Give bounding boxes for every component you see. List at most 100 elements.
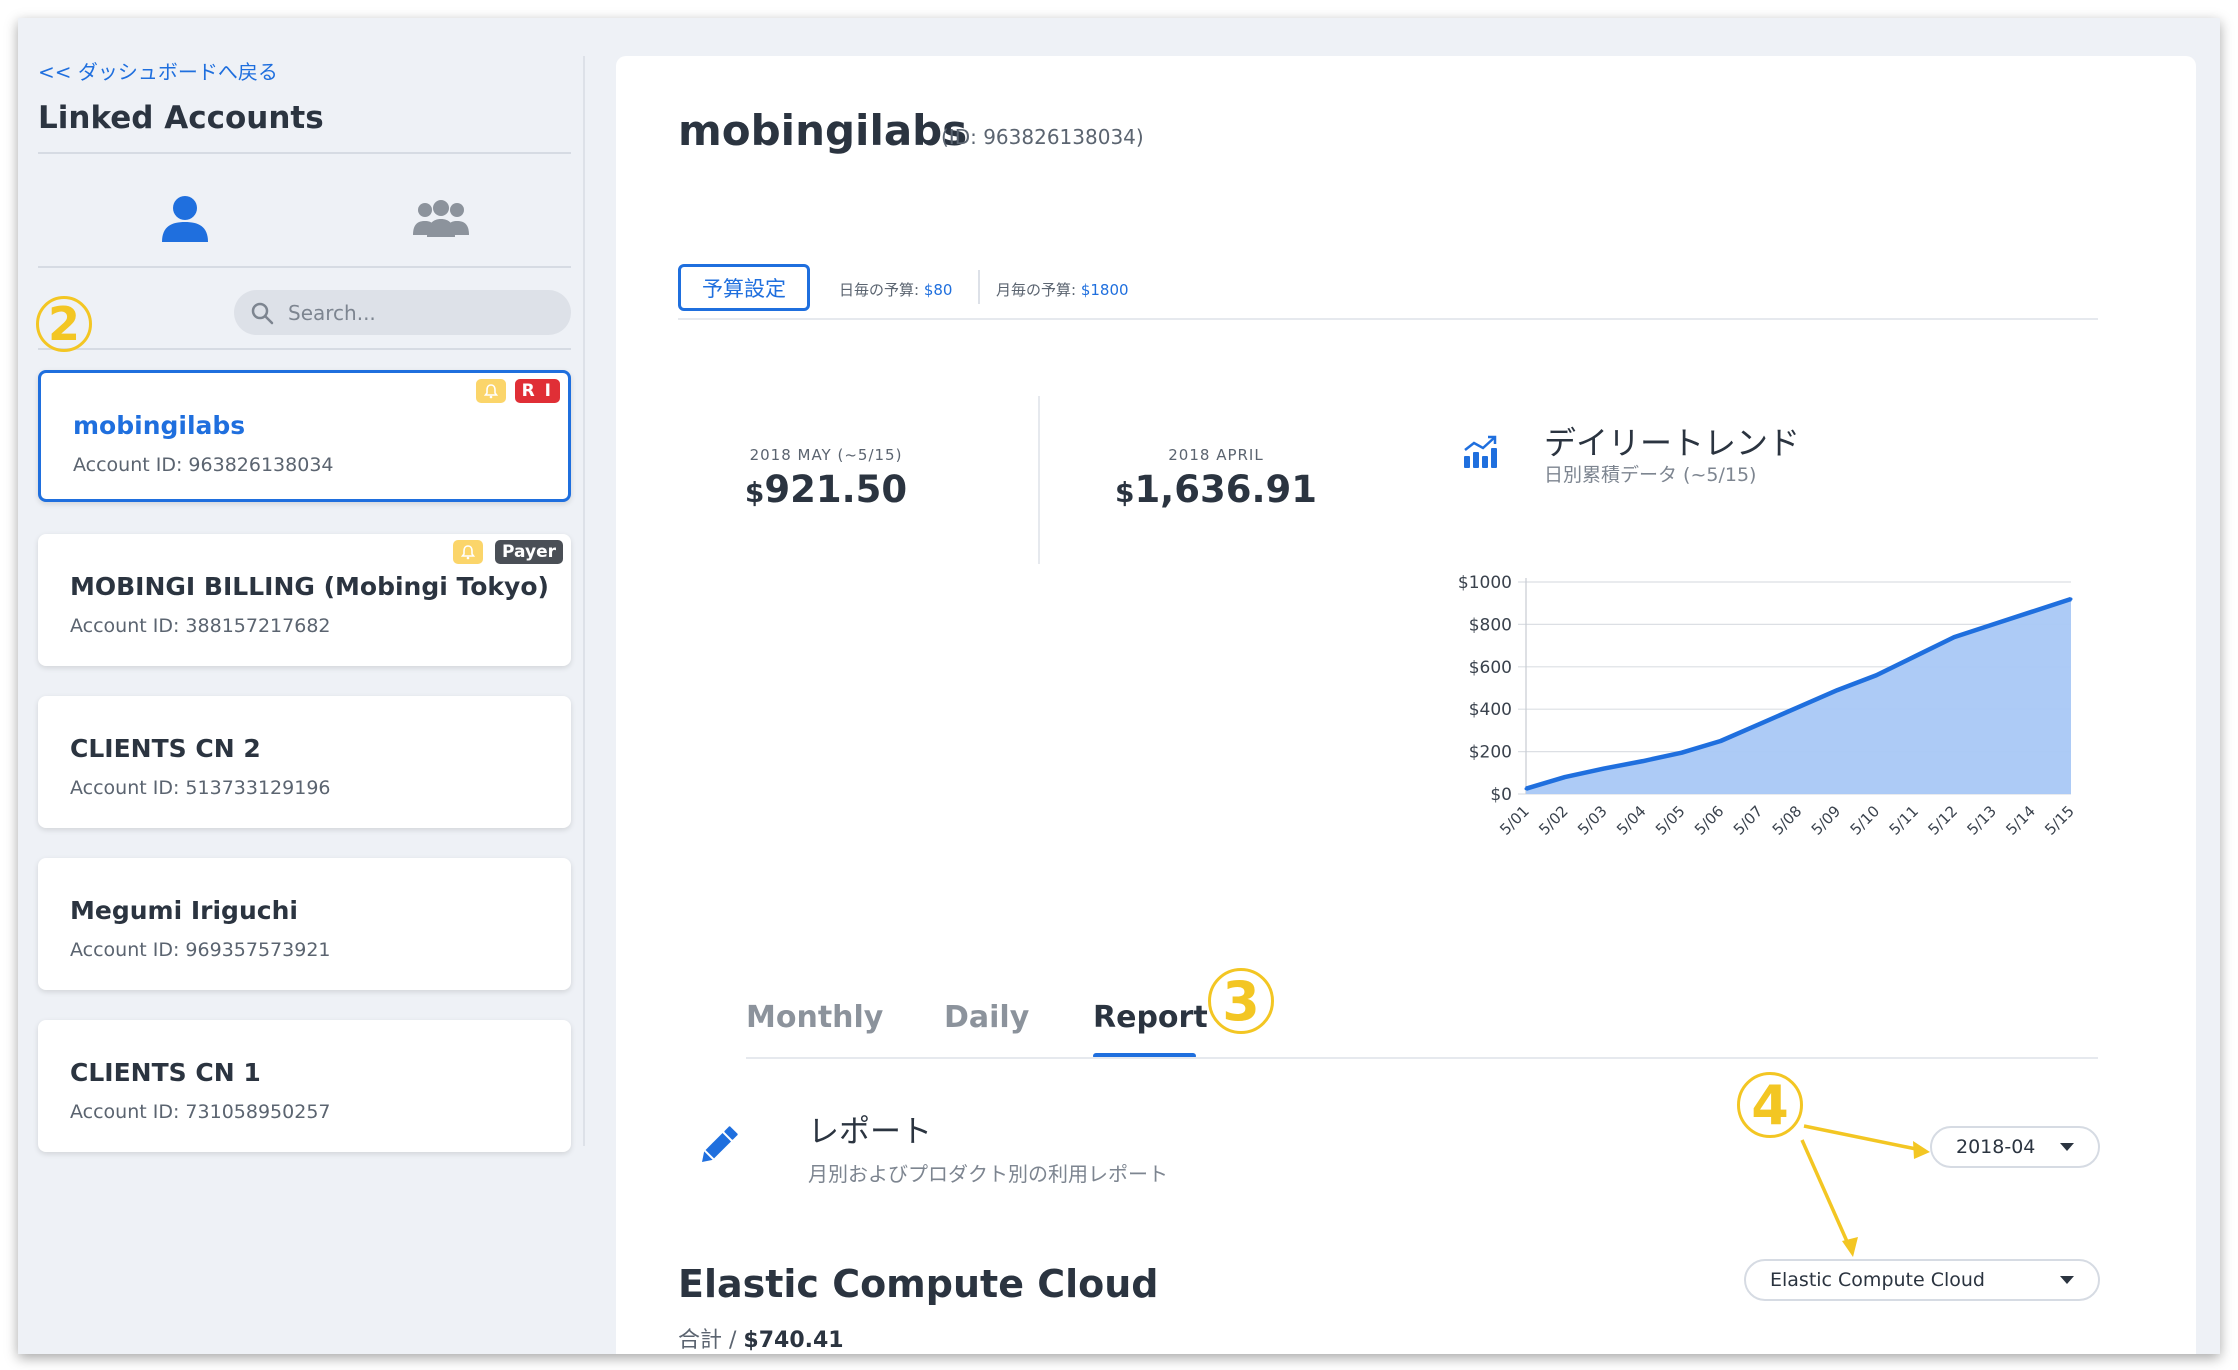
account-card[interactable]: Payer MOBINGI BILLING (Mobingi Tokyo) Ac…	[38, 534, 571, 666]
data-point	[1952, 635, 1956, 639]
divider	[38, 152, 571, 154]
account-name: CLIENTS CN 1	[70, 1058, 261, 1087]
y-tick-label: $200	[1469, 743, 1512, 763]
search-input[interactable]	[288, 300, 548, 325]
x-tick-label: 5/12	[1924, 802, 1961, 839]
x-tick-label: 5/09	[1808, 802, 1845, 839]
user-icon	[162, 196, 208, 242]
account-title: mobingilabs	[678, 106, 968, 155]
stat-value: $1,636.91	[1071, 468, 1361, 511]
data-point	[1913, 654, 1917, 658]
main-panel: mobingilabs (ID: 963826138034) 予算設定 日毎の予…	[616, 56, 2196, 1354]
month-select-value: 2018-04	[1956, 1136, 2036, 1158]
bell-badge	[453, 540, 483, 564]
x-tick-label: 5/04	[1613, 802, 1650, 839]
y-tick-label: $400	[1469, 700, 1512, 720]
x-tick-label: 5/10	[1847, 802, 1884, 839]
single-account-tab[interactable]	[140, 184, 230, 254]
account-name: mobingilabs	[73, 411, 246, 440]
stat-amount: 921.50	[764, 468, 908, 511]
divider	[1038, 396, 1040, 564]
y-tick-label: $800	[1469, 615, 1512, 635]
service-title: Elastic Compute Cloud	[678, 1262, 1159, 1306]
data-point	[1758, 722, 1762, 726]
account-card[interactable]: CLIENTS CN 1 Account ID: 731058950257	[38, 1020, 571, 1152]
x-tick-label: 5/07	[1730, 802, 1767, 839]
callout-arrows	[1800, 1124, 1930, 1257]
service-total-label: 合計 /	[678, 1328, 744, 1353]
stat-amount: 1,636.91	[1134, 468, 1318, 511]
bell-badge	[476, 379, 506, 403]
y-tick-label: $600	[1469, 658, 1512, 678]
daily-budget: 日毎の予算: $80	[839, 279, 952, 300]
account-id: Account ID: 513733129196	[70, 777, 331, 799]
stat-period-label: 2018 MAY (~5/15)	[749, 446, 903, 464]
account-name: Megumi Iriguchi	[70, 896, 298, 925]
data-point	[1991, 622, 1995, 626]
tab-daily[interactable]: Daily	[944, 1000, 1029, 1035]
search-icon	[251, 302, 274, 324]
tab-monthly[interactable]: Monthly	[746, 1000, 883, 1035]
monthly-budget: 月毎の予算: $1800	[996, 279, 1129, 300]
account-id: Account ID: 731058950257	[70, 1101, 331, 1123]
back-to-dashboard-link[interactable]: << ダッシュボードへ戻る	[38, 56, 278, 85]
budget-settings-button[interactable]: 予算設定	[678, 264, 810, 311]
sidebar: << ダッシュボードへ戻る Linked Accounts Search... …	[18, 18, 588, 1354]
chart-title: デイリートレンド	[1544, 424, 1801, 462]
search-box[interactable]	[234, 290, 571, 335]
data-point	[1797, 705, 1800, 709]
x-tick-label: 5/01	[1496, 802, 1533, 839]
service-total: 合計 / $740.41	[678, 1322, 844, 1354]
service-total-value: $740.41	[743, 1328, 844, 1353]
data-point	[1680, 751, 1684, 755]
data-point	[2069, 597, 2073, 601]
ri-badge: R I	[514, 379, 560, 403]
divider	[38, 348, 571, 350]
x-tick-label: 5/03	[1574, 802, 1611, 839]
x-tick-label: 5/05	[1652, 802, 1689, 839]
data-point	[1524, 787, 1528, 791]
chart-subtitle: 日別累積データ (~5/15)	[1544, 464, 1757, 486]
currency-symbol: $	[1114, 476, 1135, 509]
divider	[38, 266, 571, 268]
app-window: << ダッシュボードへ戻る Linked Accounts Search... …	[18, 18, 2220, 1354]
account-card[interactable]: CLIENTS CN 2 Account ID: 513733129196	[38, 696, 571, 828]
account-id: Account ID: 963826138034	[73, 454, 334, 476]
divider	[746, 1057, 2098, 1059]
divider	[678, 318, 2098, 320]
bell-icon	[483, 384, 499, 399]
data-point	[1874, 673, 1878, 677]
x-tick-label: 5/06	[1691, 802, 1728, 839]
account-card[interactable]: R I mobingilabs Account ID: 963826138034	[38, 370, 571, 502]
x-tick-label: 5/02	[1535, 802, 1572, 839]
chevron-down-icon	[2060, 1143, 2074, 1151]
x-tick-label: 5/13	[1963, 802, 2000, 839]
x-tick-label: 5/15	[2041, 802, 2078, 839]
daily-budget-label: 日毎の予算:	[839, 281, 920, 299]
data-point	[2030, 610, 2034, 614]
data-point	[1835, 688, 1839, 692]
report-title: レポート	[808, 1114, 932, 1150]
data-point	[1641, 759, 1645, 763]
payer-badge: Payer	[495, 540, 563, 564]
account-id: Account ID: 388157217682	[70, 615, 331, 637]
account-id-label: (ID: 963826138034)	[941, 125, 1144, 149]
y-tick-label: $1000	[1458, 573, 1512, 593]
stat-value: $921.50	[706, 468, 946, 511]
tab-report[interactable]: Report	[1093, 1000, 1208, 1035]
account-name: CLIENTS CN 2	[70, 734, 261, 763]
data-point	[1719, 739, 1723, 743]
group-accounts-tab[interactable]	[396, 184, 486, 254]
users-group-icon	[413, 200, 469, 237]
stat-period-label: 2018 APRIL	[1168, 446, 1264, 464]
account-card[interactable]: Megumi Iriguchi Account ID: 969357573921	[38, 858, 571, 990]
pencil-icon	[702, 1126, 738, 1162]
sidebar-divider	[583, 56, 585, 1146]
monthly-budget-label: 月毎の予算:	[996, 281, 1077, 299]
chevron-down-icon	[2060, 1276, 2074, 1284]
x-tick-label: 5/14	[2002, 802, 2039, 839]
sidebar-title: Linked Accounts	[38, 100, 324, 136]
bell-icon	[460, 545, 476, 560]
callout-2: 2	[36, 296, 92, 352]
callout-3: 3	[1208, 968, 1274, 1034]
